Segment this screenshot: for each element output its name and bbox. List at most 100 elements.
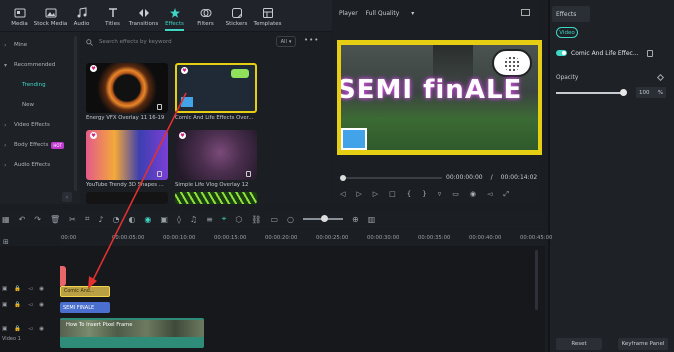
preview-canvas[interactable]: SEMI finALE	[337, 40, 542, 155]
lock-icon[interactable]: 🔒	[14, 302, 21, 308]
effect-card-youtube-3d-shapes[interactable]: ♥	[86, 130, 168, 180]
track-settings-icon[interactable]: ▥	[368, 215, 376, 224]
effect-card-partial[interactable]	[175, 192, 257, 204]
music-icon[interactable]: ♪	[98, 215, 103, 224]
download-icon[interactable]	[246, 171, 251, 177]
download-icon[interactable]	[157, 104, 162, 110]
playhead-marker[interactable]	[60, 266, 66, 286]
sidebar-item-mine[interactable]: › Mine	[0, 36, 76, 54]
eye-icon[interactable]: ◉	[39, 326, 44, 332]
keyframe-diamond-icon[interactable]	[656, 73, 665, 82]
crop-icon[interactable]: ⌗	[85, 214, 90, 224]
timeline-ruler[interactable]: 00:00 00:00:05:00 00:00:10:00 00:00:15:00 00…	[60, 230, 552, 246]
camera-icon[interactable]: ◉	[470, 190, 476, 198]
delete-effect-icon[interactable]	[646, 49, 653, 57]
mark-in-icon[interactable]: {	[407, 190, 411, 198]
sidebar-item-video-effects[interactable]: › Video Effects	[0, 116, 76, 134]
mark-out-icon[interactable]: }	[422, 190, 426, 198]
sidebar-collapse-button[interactable]: ‹	[62, 192, 72, 202]
effect-card-partial[interactable]	[86, 192, 168, 204]
volume-icon[interactable]: ◅	[487, 190, 492, 198]
toolbar-stock-media[interactable]: Stock Media	[34, 0, 67, 31]
render-icon[interactable]: ▭	[270, 215, 278, 224]
tab-effects[interactable]: Effects	[552, 6, 590, 22]
render-preview-icon[interactable]: ▿	[438, 190, 442, 198]
opacity-value-input[interactable]: 100%	[636, 87, 666, 98]
caption-icon[interactable]: ≡	[206, 215, 213, 224]
favorite-heart-icon[interactable]: ♥	[90, 132, 97, 139]
add-track-icon[interactable]: ⊞	[3, 238, 9, 246]
lock-icon[interactable]: 🔒	[14, 326, 21, 332]
mute-icon[interactable]: ◅	[28, 302, 32, 308]
fullscreen-icon[interactable]: ▭	[452, 190, 459, 198]
prev-frame-icon[interactable]: ◁	[340, 190, 345, 198]
effects-search-input[interactable]: Search effects by keyword	[86, 36, 266, 48]
opacity-slider[interactable]	[556, 92, 622, 94]
favorite-heart-icon[interactable]: ♥	[181, 67, 188, 74]
sidebar-item-audio-effects[interactable]: › Audio Effects	[0, 156, 76, 174]
expand-icon[interactable]: ⤢	[503, 190, 509, 199]
sidebar-item-body-effects[interactable]: › Body Effects HOT	[0, 136, 76, 154]
eye-icon[interactable]: ◉	[39, 302, 44, 308]
download-icon[interactable]	[157, 171, 162, 177]
mic-icon[interactable]: ♫	[190, 215, 197, 224]
opacity-slider-thumb[interactable]	[620, 89, 627, 96]
toolbar-media[interactable]: Media	[4, 0, 35, 31]
speed-icon[interactable]: ◔	[112, 215, 119, 224]
zoom-out-icon[interactable]: ○	[287, 215, 294, 224]
more-options-icon[interactable]: •••	[304, 36, 319, 44]
sidebar-scrollbar[interactable]	[74, 36, 77, 191]
keyframe-panel-button[interactable]: Keyframe Panel	[618, 338, 668, 350]
delete-icon[interactable]: 🗑	[50, 215, 60, 224]
effect-card-comic-life[interactable]: ♥	[175, 63, 257, 113]
layout-icon[interactable]: ▦	[2, 215, 10, 224]
quality-select[interactable]: Full Quality ▾	[366, 10, 415, 17]
eye-icon[interactable]: ◉	[39, 286, 44, 292]
favorite-heart-icon[interactable]: ♥	[179, 132, 186, 139]
sidebar-item-new[interactable]: New	[0, 96, 76, 114]
mask-icon[interactable]: ▣	[160, 215, 168, 224]
timeline-vertical-scrollbar[interactable]	[535, 250, 538, 310]
toolbar-templates[interactable]: Templates	[252, 0, 283, 31]
snap-icon[interactable]: ⌖	[222, 214, 227, 224]
next-frame-icon[interactable]: ▷	[373, 190, 378, 198]
tab-effects-label: Effects	[556, 10, 577, 18]
undo-icon[interactable]: ↶	[19, 215, 26, 224]
toolbar-titles[interactable]: Titles	[97, 0, 128, 31]
timeline-clip-comic-effect[interactable]: Comic And...	[60, 286, 110, 297]
mute-icon[interactable]: ◅	[28, 286, 32, 292]
toolbar-stickers[interactable]: Stickers	[221, 0, 252, 31]
effect-card-energy-vfx[interactable]: ♥	[86, 63, 168, 113]
sidebar-item-trending[interactable]: Trending	[0, 76, 76, 94]
mute-icon[interactable]: ◅	[28, 326, 32, 332]
toolbar-transitions[interactable]: Transitions	[128, 0, 159, 31]
toolbar-audio[interactable]: Audio	[66, 0, 97, 31]
reset-button[interactable]: Reset	[556, 338, 602, 350]
effect-enable-toggle[interactable]	[556, 50, 567, 56]
effects-filter-select[interactable]: All ▾	[276, 36, 296, 47]
search-icon	[86, 38, 93, 46]
redo-icon[interactable]: ↷	[34, 215, 41, 224]
sidebar-item-recommended[interactable]: ▾ Recommended	[0, 56, 76, 74]
play-icon[interactable]: ▷	[356, 190, 361, 198]
color-icon[interactable]: ◐	[128, 215, 135, 224]
favorite-heart-icon[interactable]: ♥	[90, 65, 97, 72]
toolbar-effects[interactable]: Effects	[159, 0, 190, 31]
shield-icon[interactable]: ◊	[177, 215, 181, 224]
split-icon[interactable]: ✂	[69, 215, 76, 224]
marker-icon[interactable]: ⬡	[235, 215, 242, 224]
snapshot-icon[interactable]	[521, 9, 530, 16]
toolbar-filters[interactable]: Filters	[190, 0, 221, 31]
timeline-clip-title[interactable]: SEMI FINALE	[60, 302, 110, 313]
lock-icon[interactable]: 🔒	[14, 286, 21, 292]
playback-seekbar[interactable]	[340, 175, 442, 181]
effect-card-simple-life-vlog[interactable]: ♥	[175, 130, 257, 180]
zoom-in-icon[interactable]: ⊕	[352, 215, 359, 224]
timeline-clip-video[interactable]: How To Insert Pixel Frame	[60, 318, 204, 348]
video-chip[interactable]: Video	[556, 27, 578, 38]
timeline-zoom-slider[interactable]	[303, 215, 343, 222]
link-icon[interactable]: ⛓	[251, 215, 261, 224]
stop-icon[interactable]: □	[389, 190, 396, 198]
seek-thumb[interactable]	[340, 175, 346, 181]
ai-icon[interactable]: ◉	[144, 215, 151, 224]
